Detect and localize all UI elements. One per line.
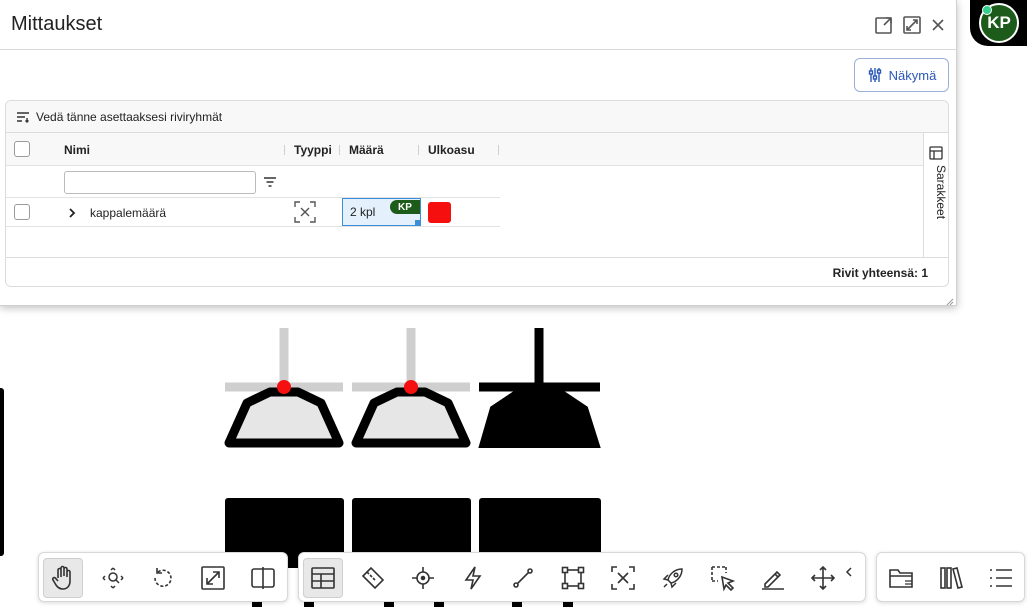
select-all-checkbox[interactable] — [14, 141, 30, 157]
maximize-icon[interactable] — [902, 15, 922, 35]
grid-filter-row — [6, 166, 500, 198]
pencil-icon[interactable] — [753, 558, 793, 598]
columns-icon — [929, 146, 943, 165]
library-icon[interactable] — [931, 558, 971, 598]
user-badge: KP — [390, 200, 420, 214]
row-group-drop-zone[interactable]: Vedä tänne asettaaksesi riviryhmät — [6, 101, 948, 133]
column-header-appearance[interactable]: Ulkoasu — [428, 133, 475, 166]
rectangle-icon[interactable] — [553, 558, 593, 598]
column-header-type[interactable]: Tyyppi — [294, 133, 332, 166]
move-icon[interactable] — [803, 558, 843, 598]
table-icon[interactable] — [303, 558, 343, 598]
column-header-name[interactable]: Nimi — [64, 133, 90, 166]
close-icon[interactable] — [928, 15, 948, 35]
column-separator[interactable] — [418, 145, 419, 155]
crosshair-point-icon[interactable] — [403, 558, 443, 598]
open-external-icon[interactable] — [874, 15, 894, 35]
expand-chevron-icon[interactable] — [67, 206, 77, 224]
group-bar-text: Vedä tänne asettaaksesi riviryhmät — [36, 109, 223, 124]
group-rows-icon — [17, 111, 29, 123]
collapse-chevron-icon[interactable] — [844, 565, 854, 584]
marker-point — [277, 380, 291, 394]
tools-toolbar — [298, 552, 866, 602]
columns-panel-label[interactable]: Sarakkeet — [934, 165, 948, 219]
status-indicator — [982, 5, 992, 15]
column-header-quantity[interactable]: Määrä — [349, 133, 384, 166]
column-separator[interactable] — [284, 145, 285, 155]
filter-icon[interactable] — [263, 175, 277, 193]
grid-header-row: Nimi Tyyppi Määrä Ulkoasu — [6, 133, 924, 166]
select-arrow-icon[interactable] — [703, 558, 743, 598]
folder-icon[interactable] — [881, 558, 921, 598]
row-count-footer: Rivit yhteensä: 1 — [6, 257, 948, 286]
view-button-label: Näkymä — [888, 67, 937, 83]
row-name: kappalemäärä — [90, 206, 167, 220]
rotate-icon[interactable] — [143, 558, 183, 598]
resize-handle-icon[interactable] — [944, 293, 954, 311]
fill-handle[interactable] — [415, 220, 420, 225]
row-checkbox[interactable] — [14, 204, 30, 220]
appearance-color-swatch[interactable] — [428, 202, 451, 223]
column-separator[interactable] — [339, 145, 340, 155]
marker-point — [404, 380, 418, 394]
fixture-shape-2[interactable] — [351, 328, 471, 448]
zoom-fit-icon[interactable] — [93, 558, 133, 598]
dialog-title: Mittaukset — [11, 13, 103, 35]
fixture-shape-1[interactable] — [224, 328, 344, 448]
measure-tape-icon[interactable] — [353, 558, 393, 598]
box-x-icon[interactable] — [603, 558, 643, 598]
view-button[interactable]: Näkymä — [854, 58, 949, 92]
quantity-value: 2 kpl — [350, 205, 376, 219]
rocket-icon[interactable] — [653, 558, 693, 598]
sliders-icon — [868, 68, 881, 82]
pan-hand-icon[interactable] — [43, 558, 83, 598]
measurements-grid: Vedä tänne asettaaksesi riviryhmät Nimi … — [5, 100, 949, 287]
list-icon[interactable] — [981, 558, 1021, 598]
data-toolbar — [876, 552, 1025, 602]
lightning-icon[interactable] — [453, 558, 493, 598]
table-row[interactable]: kappalemäärä 2 kpl KP — [6, 198, 500, 227]
column-separator[interactable] — [498, 145, 499, 155]
navigation-toolbar — [38, 552, 288, 602]
fixture-shape-3[interactable] — [478, 328, 601, 448]
bounding-box-x-icon — [294, 201, 316, 228]
title-divider — [0, 49, 957, 50]
row-count-text: Rivit yhteensä: 1 — [832, 265, 928, 280]
split-view-icon[interactable] — [243, 558, 283, 598]
name-filter-input[interactable] — [64, 171, 256, 194]
line-icon[interactable] — [503, 558, 543, 598]
measurements-dialog: Mittaukset Näkymä Vedä tänne asettaakses… — [0, 0, 957, 306]
expand-icon[interactable] — [193, 558, 233, 598]
